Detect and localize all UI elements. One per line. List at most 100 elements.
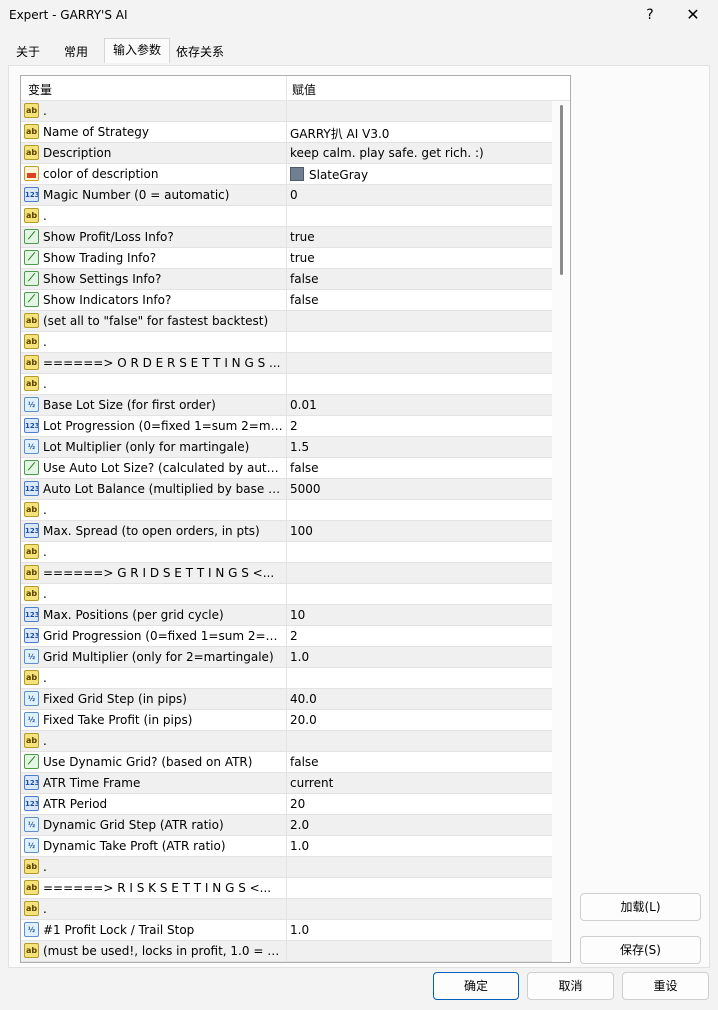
table-row[interactable]: ab. — [21, 857, 552, 878]
close-icon[interactable]: ✕ — [682, 4, 704, 26]
parameter-value[interactable]: current — [290, 776, 548, 790]
parameter-value[interactable]: 2 — [290, 419, 548, 433]
tab-common[interactable]: 常用 — [56, 41, 96, 64]
string-type-icon: ab — [24, 376, 39, 391]
table-row[interactable]: ½ Dynamic Take Proft (ATR ratio) 1.0 — [21, 836, 552, 857]
parameter-value[interactable]: 1.5 — [290, 440, 548, 454]
cell-separator — [286, 521, 287, 541]
parameter-value[interactable]: false — [290, 461, 548, 475]
table-row[interactable]: ½ Fixed Take Profit (in pips) 20.0 — [21, 710, 552, 731]
parameter-name: Dynamic Grid Step (ATR ratio) — [43, 818, 224, 832]
load-button[interactable]: 加载(L) — [580, 893, 701, 921]
save-button[interactable]: 保存(S) — [580, 936, 701, 964]
table-row[interactable]: 123 Lot Progression (0=fixed 1=sum 2=mar.… — [21, 416, 552, 437]
tab-dependencies[interactable]: 依存关系 — [170, 41, 230, 64]
parameters-grid: 变量 赋值 ab. ab Name of Strategy GARRY扒 AI V3.… — [20, 75, 571, 963]
table-row[interactable]: ab. — [21, 731, 552, 752]
table-row[interactable]: ab. — [21, 542, 552, 563]
cell-separator — [286, 458, 287, 478]
table-row[interactable]: ½ Fixed Grid Step (in pips) 40.0 — [21, 689, 552, 710]
parameter-value[interactable]: 1.0 — [290, 923, 548, 937]
tab-about[interactable]: 关于 — [8, 41, 48, 64]
table-row[interactable]: 123 Max. Spread (to open orders, in pts) 1… — [21, 521, 552, 542]
parameter-name: Base Lot Size (for first order) — [43, 398, 216, 412]
table-row[interactable]: ⟋ Show Indicators Info? false — [21, 290, 552, 311]
parameter-value[interactable]: 0 — [290, 188, 548, 202]
parameter-value[interactable]: 100 — [290, 524, 548, 538]
cell-separator — [286, 773, 287, 793]
table-row[interactable]: ⟋ Show Trading Info? true — [21, 248, 552, 269]
integer-type-icon: 123 — [24, 796, 39, 811]
table-row[interactable]: ⟋ Show Profit/Loss Info? true — [21, 227, 552, 248]
table-row[interactable]: ab. — [21, 899, 552, 920]
cell-separator — [286, 836, 287, 856]
table-row[interactable]: ⟋ Use Auto Lot Size? (calculated by auto … — [21, 458, 552, 479]
table-row[interactable]: 123 ATR Period 20 — [21, 794, 552, 815]
parameter-value[interactable]: false — [290, 293, 548, 307]
table-row[interactable]: 123 Auto Lot Balance (multiplied by base … — [21, 479, 552, 500]
parameter-name: . — [43, 860, 47, 874]
table-row[interactable]: ab. — [21, 374, 552, 395]
scrollbar-thumb[interactable] — [560, 105, 563, 275]
table-row[interactable]: ab. — [21, 332, 552, 353]
parameter-value[interactable]: false — [290, 755, 548, 769]
table-row[interactable]: ab ======> G R I D S E T T I N G S <... — [21, 563, 552, 584]
table-row[interactable]: ab Description keep calm. play safe. get r… — [21, 143, 552, 164]
ok-button[interactable]: 确定 — [433, 972, 519, 1000]
table-row[interactable]: 123 Grid Progression (0=fixed 1=sum 2=m..… — [21, 626, 552, 647]
parameter-value[interactable]: 1.0 — [290, 839, 548, 853]
parameter-value[interactable]: 5000 — [290, 482, 548, 496]
parameter-name: (set all to "false" for fastest backtest… — [43, 314, 269, 328]
parameter-value[interactable]: true — [290, 251, 548, 265]
parameter-value[interactable]: 10 — [290, 608, 548, 622]
table-row[interactable]: ab. — [21, 584, 552, 605]
help-icon[interactable]: ? — [640, 5, 660, 25]
table-row[interactable]: ½ Dynamic Grid Step (ATR ratio) 2.0 — [21, 815, 552, 836]
parameter-value[interactable]: GARRY扒 AI V3.0 — [290, 125, 548, 142]
parameter-value[interactable]: true — [290, 230, 548, 244]
parameter-value[interactable]: 40.0 — [290, 692, 548, 706]
table-row[interactable]: ab. — [21, 206, 552, 227]
table-row[interactable]: ab. — [21, 101, 552, 122]
cell-separator — [286, 815, 287, 835]
table-row[interactable]: ab (set all to "false" for fastest backte… — [21, 311, 552, 332]
parameter-value[interactable]: 20 — [290, 797, 548, 811]
cell-separator — [286, 563, 287, 583]
table-row[interactable]: ½ Lot Multiplier (only for martingale) 1.5 — [21, 437, 552, 458]
table-row[interactable]: 123 Magic Number (0 = automatic) 0 — [21, 185, 552, 206]
table-row[interactable]: ⟋ Use Dynamic Grid? (based on ATR) false — [21, 752, 552, 773]
parameter-value[interactable]: 2.0 — [290, 818, 548, 832]
column-value[interactable]: 赋值 — [292, 81, 316, 98]
table-row[interactable]: ½ Base Lot Size (for first order) 0.01 — [21, 395, 552, 416]
table-row[interactable]: ab (must be used!, locks in profit, 1.0 =… — [21, 941, 552, 962]
table-row[interactable]: color of description SlateGray — [21, 164, 552, 185]
table-row[interactable]: ½ #1 Profit Lock / Trail Stop 1.0 — [21, 920, 552, 941]
vertical-scrollbar[interactable] — [552, 101, 570, 962]
cell-separator — [286, 206, 287, 226]
parameter-name: #1 Profit Lock / Trail Stop — [43, 923, 195, 937]
parameter-value[interactable]: 20.0 — [290, 713, 548, 727]
table-row[interactable]: ⟋ Show Settings Info? false — [21, 269, 552, 290]
parameter-value[interactable]: 0.01 — [290, 398, 548, 412]
tab-inputs[interactable]: 输入参数 — [104, 38, 170, 63]
string-type-icon: ab — [24, 670, 39, 685]
parameter-value[interactable]: 1.0 — [290, 650, 548, 664]
table-row[interactable]: 123 Max. Positions (per grid cycle) 10 — [21, 605, 552, 626]
bool-type-icon: ⟋ — [24, 271, 39, 286]
string-type-icon: ab — [24, 586, 39, 601]
parameter-value[interactable]: 2 — [290, 629, 548, 643]
table-row[interactable]: ab ======> O R D E R S E T T I N G S ... — [21, 353, 552, 374]
parameter-name: ATR Time Frame — [43, 776, 141, 790]
table-row[interactable]: ab ======> R I S K S E T T I N G S <... — [21, 878, 552, 899]
cancel-button[interactable]: 取消 — [527, 972, 614, 1000]
parameter-value[interactable]: false — [290, 272, 548, 286]
table-row[interactable]: 123 ATR Time Frame current — [21, 773, 552, 794]
table-row[interactable]: ab. — [21, 500, 552, 521]
table-row[interactable]: ab. — [21, 668, 552, 689]
reset-button[interactable]: 重设 — [622, 972, 709, 1000]
table-row[interactable]: ½ Grid Multiplier (only for 2=martingale)… — [21, 647, 552, 668]
parameter-value[interactable]: SlateGray — [290, 167, 548, 182]
column-variable[interactable]: 变量 — [28, 81, 52, 98]
table-row[interactable]: ab Name of Strategy GARRY扒 AI V3.0 — [21, 122, 552, 143]
parameter-value[interactable]: keep calm. play safe. get rich. :) — [290, 146, 548, 160]
